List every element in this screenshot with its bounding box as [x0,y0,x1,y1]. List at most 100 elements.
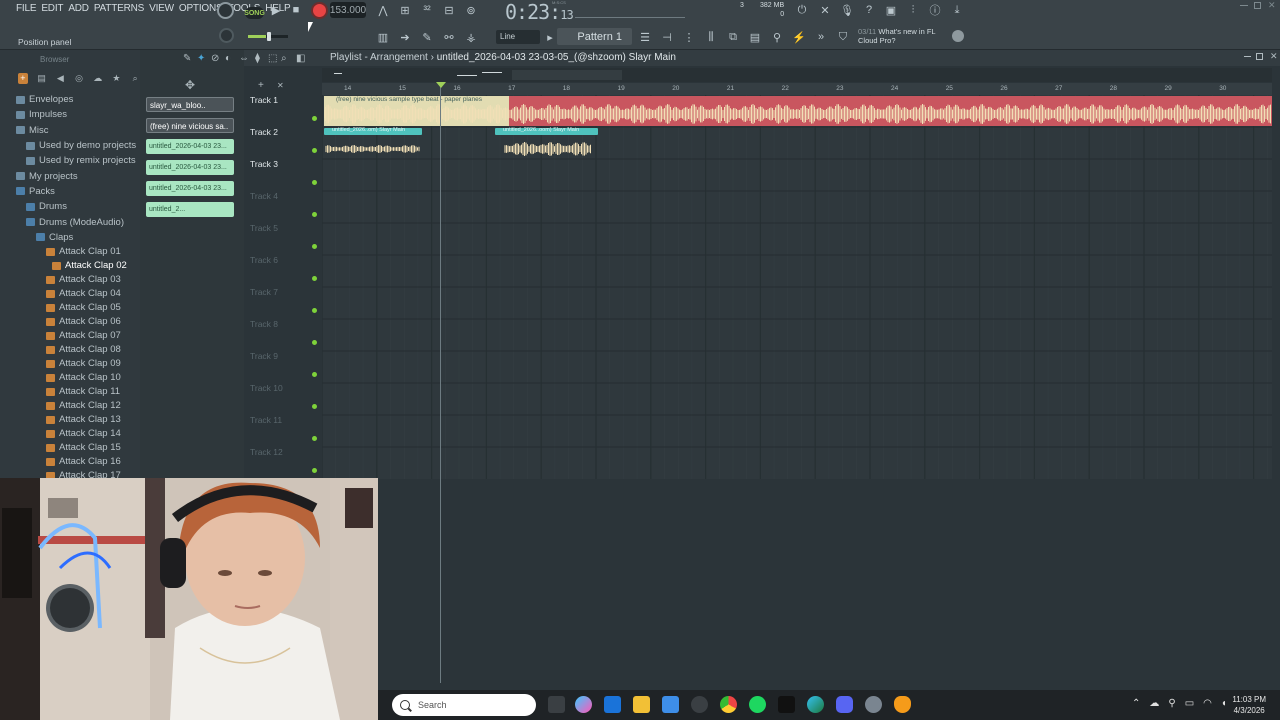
track-header[interactable]: Track 12 [250,447,317,479]
audio-clip-track2-b[interactable]: untitled_2026..oom) Slayr Main [495,127,598,156]
capcut-app-icon[interactable] [778,696,795,713]
touch-controller-icon[interactable]: ⚡ [791,29,807,45]
tool-mute-icon[interactable]: ◐ [225,53,231,64]
record-button[interactable] [311,2,328,19]
metronome-icon[interactable]: ⋀ [375,2,391,18]
tool-select-icon[interactable]: ⬚ [268,53,277,64]
arrow-right-icon[interactable]: ➔ [397,29,413,45]
add-track-icon[interactable]: + [258,80,264,91]
discord-icon[interactable] [836,696,853,713]
news-panel[interactable]: 03/11 What's new in FL Cloud Pro? [858,27,936,45]
settings-icon[interactable] [865,696,882,713]
tool-delete-icon[interactable]: ⊘ [211,53,219,64]
wait-input-icon[interactable]: ⊞ [397,2,413,18]
arrangement-grid[interactable]: (free) nine vicious sample type beat - p… [321,95,1272,479]
channel-rack-icon[interactable]: ⊣ [659,29,675,45]
clip-source-item[interactable]: untitled_2026-04-03 23... [146,181,234,196]
browser-item[interactable]: Attack Clap 09 [0,357,140,371]
outlook-icon[interactable] [604,696,621,713]
stamp-icon[interactable]: ⚶ [463,29,479,45]
file-explorer-icon[interactable] [633,696,650,713]
browser-item[interactable]: Attack Clap 03 [0,273,140,287]
tool-playback-icon[interactable]: ◧ [296,53,305,64]
close-window-icon[interactable]: ✕ [1268,0,1276,11]
track-enable-led[interactable] [312,436,317,441]
browser-item[interactable]: Attack Clap 08 [0,343,140,357]
tool-slice-icon[interactable]: ⧫ [255,53,260,64]
clip-source-item[interactable]: untitled_2026-04-03 23... [146,160,234,175]
track-enable-led[interactable] [312,276,317,281]
pitch-knob[interactable] [219,28,234,43]
audio-clip-track2-a[interactable]: untitled_2026..om) Slayr Main [324,127,422,156]
copilot-icon[interactable] [575,696,592,713]
track-header[interactable]: Track 3 [250,159,317,191]
track-header[interactable]: Track 9 [250,351,317,383]
browser-item[interactable]: Attack Clap 12 [0,399,140,413]
track-enable-led[interactable] [312,244,317,249]
track-enable-led[interactable] [312,148,317,153]
chrome-icon[interactable] [720,696,737,713]
info-icon[interactable]: ⓘ [927,2,943,18]
track-header[interactable]: Track 6 [250,255,317,287]
taskbar-clock[interactable]: 11:03 PM 4/3/2026 [1232,694,1266,716]
browser-item[interactable]: Used by demo projects [0,138,140,153]
onedrive-icon[interactable]: ☁ [1149,698,1159,709]
browser-item[interactable]: Envelopes [0,92,140,107]
track-enable-led[interactable] [312,308,317,313]
browser-item[interactable]: Drums [0,199,140,214]
tool-paint-icon[interactable]: ✦ [197,53,205,64]
browser-item[interactable]: Attack Clap 01 [0,245,140,259]
browser-plugins-icon[interactable]: ◎ [74,73,84,84]
help-icon[interactable]: ? [861,2,877,18]
browser-item[interactable]: Packs [0,184,140,199]
playlist-minimize-icon[interactable] [1244,56,1251,57]
browser-item[interactable]: Attack Clap 10 [0,371,140,385]
tempo-tapper-icon[interactable]: » [813,29,829,45]
tool-pencil-icon[interactable]: ✎ [183,53,191,64]
download-icon[interactable]: ⤓ [949,2,965,18]
clip-source-item[interactable]: untitled_2... [146,202,234,217]
browser-search-icon[interactable]: ⌕ [130,73,140,84]
menu-view[interactable]: VIEW [149,3,174,14]
browser-item[interactable]: Used by remix projects [0,153,140,168]
clip-source-item[interactable]: untitled_2026-04-03 23... [146,139,234,154]
channel-view-icon[interactable]: ⧉ [725,29,741,45]
fl-studio-icon[interactable] [894,696,911,713]
tool-slip-icon[interactable]: ⇔ [239,53,249,64]
track-header[interactable]: Track 7 [250,287,317,319]
online-icon[interactable] [952,30,964,42]
playlist-icon[interactable]: ☰ [637,29,653,45]
browser-item[interactable]: Attack Clap 16 [0,455,140,469]
minimize-icon[interactable] [1240,5,1248,6]
link-icon[interactable]: ⚯ [441,29,457,45]
track-enable-led[interactable] [312,468,317,473]
master-volume-slider[interactable] [248,32,288,41]
spotify-icon[interactable] [749,696,766,713]
track-enable-led[interactable] [312,404,317,409]
browser-item[interactable]: Impulses [0,107,140,122]
chevron-up-icon[interactable]: ⌃ [1132,698,1140,709]
browser-options-icon[interactable]: + [18,72,28,84]
blend-notes-icon[interactable]: ⊟ [441,2,457,18]
close-x-icon[interactable]: ✕ [817,2,833,18]
browser-all-icon[interactable]: ▤ [37,73,47,84]
time-ruler[interactable]: 14 15 16 17 18 19 20 21 22 23 24 25 26 27 28 29 30 [322,83,1272,95]
menu-file[interactable]: FILE [16,3,37,14]
maximize-icon[interactable] [1254,2,1261,9]
browser-item[interactable]: Misc [0,123,140,138]
track-enable-led[interactable] [312,116,317,121]
menu-edit[interactable]: EDIT [41,3,63,14]
track-header[interactable]: Track 5 [250,223,317,255]
playhead-marker-icon[interactable] [436,82,446,88]
track-enable-led[interactable] [312,372,317,377]
play-icon[interactable]: ▶ [268,2,284,18]
volume-icon[interactable]: ◖ [1221,698,1227,709]
wifi-icon[interactable]: ◠ [1203,698,1212,709]
clip-source-item[interactable]: slayr_wa_bloo.. [146,97,234,112]
master-volume-knob[interactable] [217,2,234,19]
tempo-display[interactable]: 153.000 [330,2,366,18]
track-header[interactable]: Track 4 [250,191,317,223]
pattern-arrow-icon[interactable]: ▸ [542,29,558,45]
mic-icon[interactable]: 🎙 [839,2,855,18]
capcut-icon[interactable] [691,696,708,713]
